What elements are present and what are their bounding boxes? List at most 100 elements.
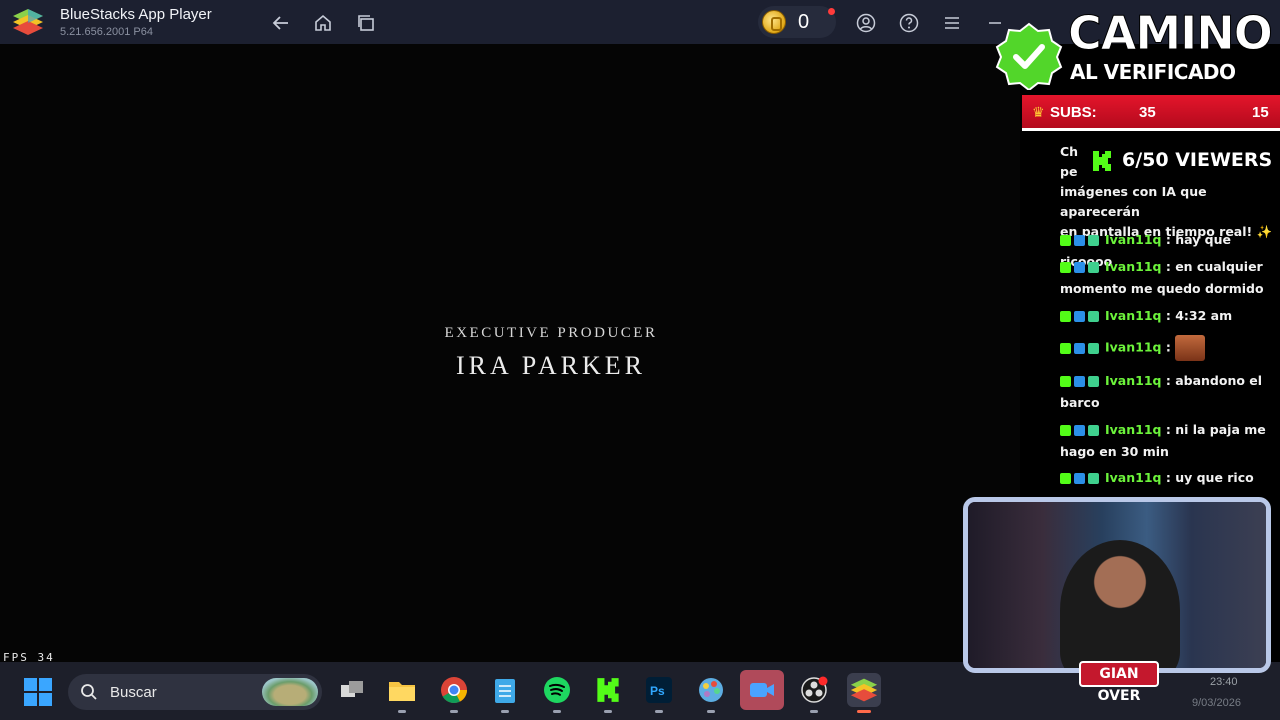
emote-sticker-icon [1175, 335, 1206, 361]
photoshop-icon[interactable]: Ps [642, 673, 676, 713]
subscriber-badge-icon [1088, 262, 1099, 273]
notification-dot [828, 8, 835, 15]
chat-message: Ivan11q : [1060, 335, 1278, 361]
account-button[interactable] [855, 12, 877, 34]
chat-badges [1060, 232, 1102, 252]
moderator-badge-icon [1074, 262, 1085, 273]
subs-label: SUBS: [1050, 104, 1097, 121]
recent-apps-button[interactable] [355, 12, 377, 34]
clock-date[interactable]: 9/03/2026 [1192, 697, 1241, 709]
moderator-badge-icon [1074, 235, 1085, 246]
chat-username: Ivan11q [1105, 470, 1162, 485]
chat-username: Ivan11q [1105, 259, 1162, 274]
emulator-screen[interactable]: EXECUTIVE PRODUCER IRA PARKER [0, 44, 1020, 662]
video-editor-icon[interactable] [740, 670, 784, 710]
kick-logo-icon [1093, 151, 1111, 171]
chat-text: : uy que rico [1165, 470, 1254, 485]
running-indicator [604, 710, 612, 713]
chat-username: Ivan11q [1105, 232, 1162, 247]
back-button[interactable] [270, 12, 292, 34]
subs-current: 35 [1139, 104, 1156, 121]
bluestacks-logo-icon [13, 9, 43, 35]
running-indicator [810, 710, 818, 713]
home-icon [315, 14, 331, 31]
streamer-silhouette [1060, 540, 1180, 668]
webcam-name-tag: GIAN OVER [1079, 661, 1159, 704]
subscriber-badge-icon [1088, 235, 1099, 246]
help-button[interactable] [898, 12, 920, 34]
start-icon[interactable] [24, 678, 52, 706]
task-view-icon[interactable] [335, 673, 369, 707]
subscriber-badge-icon [1088, 473, 1099, 484]
chat-text: : [1165, 339, 1171, 355]
viewers-counter: 6/50 VIEWERS [1080, 140, 1280, 182]
notepad-icon[interactable] [488, 673, 522, 713]
help-icon [899, 13, 919, 33]
viewers-count: 6/50 VIEWERS [1122, 149, 1273, 171]
running-indicator [501, 710, 509, 713]
chat-message: Ivan11q : 4:32 am [1060, 306, 1278, 328]
spotify-icon[interactable] [540, 673, 574, 713]
chat-text: : 4:32 am [1165, 308, 1233, 323]
overlay-subtitle: AL VERIFICADO [1070, 60, 1236, 84]
verified-badge-icon [995, 22, 1063, 90]
moderator-badge-icon [1074, 473, 1085, 484]
moderator-badge-icon [1074, 376, 1085, 387]
running-indicator [857, 710, 871, 713]
chat-username: Ivan11q [1105, 339, 1162, 355]
chat-badges [1060, 422, 1102, 442]
subscriber-badge-icon [1088, 376, 1099, 387]
file-explorer-icon[interactable] [385, 673, 419, 713]
search-highlight-image [262, 678, 318, 706]
recent-apps-icon [358, 15, 374, 31]
coin-count: 0 [798, 11, 810, 33]
chat-message: Ivan11q : ni la paja me hago en 30 min [1060, 420, 1278, 462]
search-icon [81, 684, 97, 700]
kick-badge-icon [1060, 342, 1071, 354]
coin-icon [762, 10, 786, 34]
kick-badge-icon [1060, 235, 1071, 246]
bluestacks-icon[interactable] [847, 673, 881, 713]
chat-badges [1060, 259, 1102, 279]
kick-badge-icon [1060, 262, 1071, 273]
coins-button[interactable]: 0 [758, 6, 836, 38]
account-icon [856, 13, 876, 33]
chat-username: Ivan11q [1105, 308, 1162, 323]
paint-icon[interactable] [694, 673, 728, 713]
chat-badges [1060, 470, 1102, 490]
hamburger-menu-icon [945, 17, 959, 29]
chrome-icon[interactable] [437, 673, 471, 713]
home-button[interactable] [312, 12, 334, 34]
taskbar-search[interactable]: Buscar [68, 674, 322, 710]
running-indicator [655, 710, 663, 713]
running-indicator [707, 710, 715, 713]
chat-system-line: imágenes con IA que aparecerán [1060, 184, 1207, 219]
chat-message: Ivan11q : uy que rico [1060, 468, 1278, 490]
obs-icon[interactable] [797, 673, 831, 713]
subscriber-badge-icon [1088, 425, 1099, 436]
subscriber-badge-icon [1088, 342, 1099, 354]
credit-name: IRA PARKER [455, 351, 647, 380]
overlay-title: CAMINO [1068, 6, 1274, 60]
svg-text:Ps: Ps [650, 684, 665, 698]
subs-goal-bar: ♛ SUBS: 35 15 [1022, 95, 1280, 131]
credit-role: EXECUTIVE PRODUCER [444, 325, 658, 341]
search-placeholder: Buscar [110, 684, 157, 701]
kick-badge-icon [1060, 376, 1071, 387]
menu-button[interactable] [941, 12, 963, 34]
kick-badge-icon [1060, 311, 1071, 322]
subscriber-badge-icon [1088, 311, 1099, 322]
chat-message: Ivan11q : en cualquier momento me quedo … [1060, 257, 1278, 299]
running-indicator [450, 710, 458, 713]
kick-icon[interactable] [591, 673, 625, 713]
clock-time[interactable]: 23:40 [1210, 676, 1238, 688]
chat-username: Ivan11q [1105, 373, 1162, 388]
moderator-badge-icon [1074, 342, 1085, 354]
back-arrow-icon [272, 16, 288, 30]
app-title: BlueStacks App Player [60, 6, 212, 23]
app-version: 5.21.656.2001 P64 [60, 26, 153, 38]
crown-icon: ♛ [1032, 104, 1045, 120]
chat-badges [1060, 308, 1102, 328]
chat-username: Ivan11q [1105, 422, 1162, 437]
webcam-feed [963, 497, 1271, 673]
